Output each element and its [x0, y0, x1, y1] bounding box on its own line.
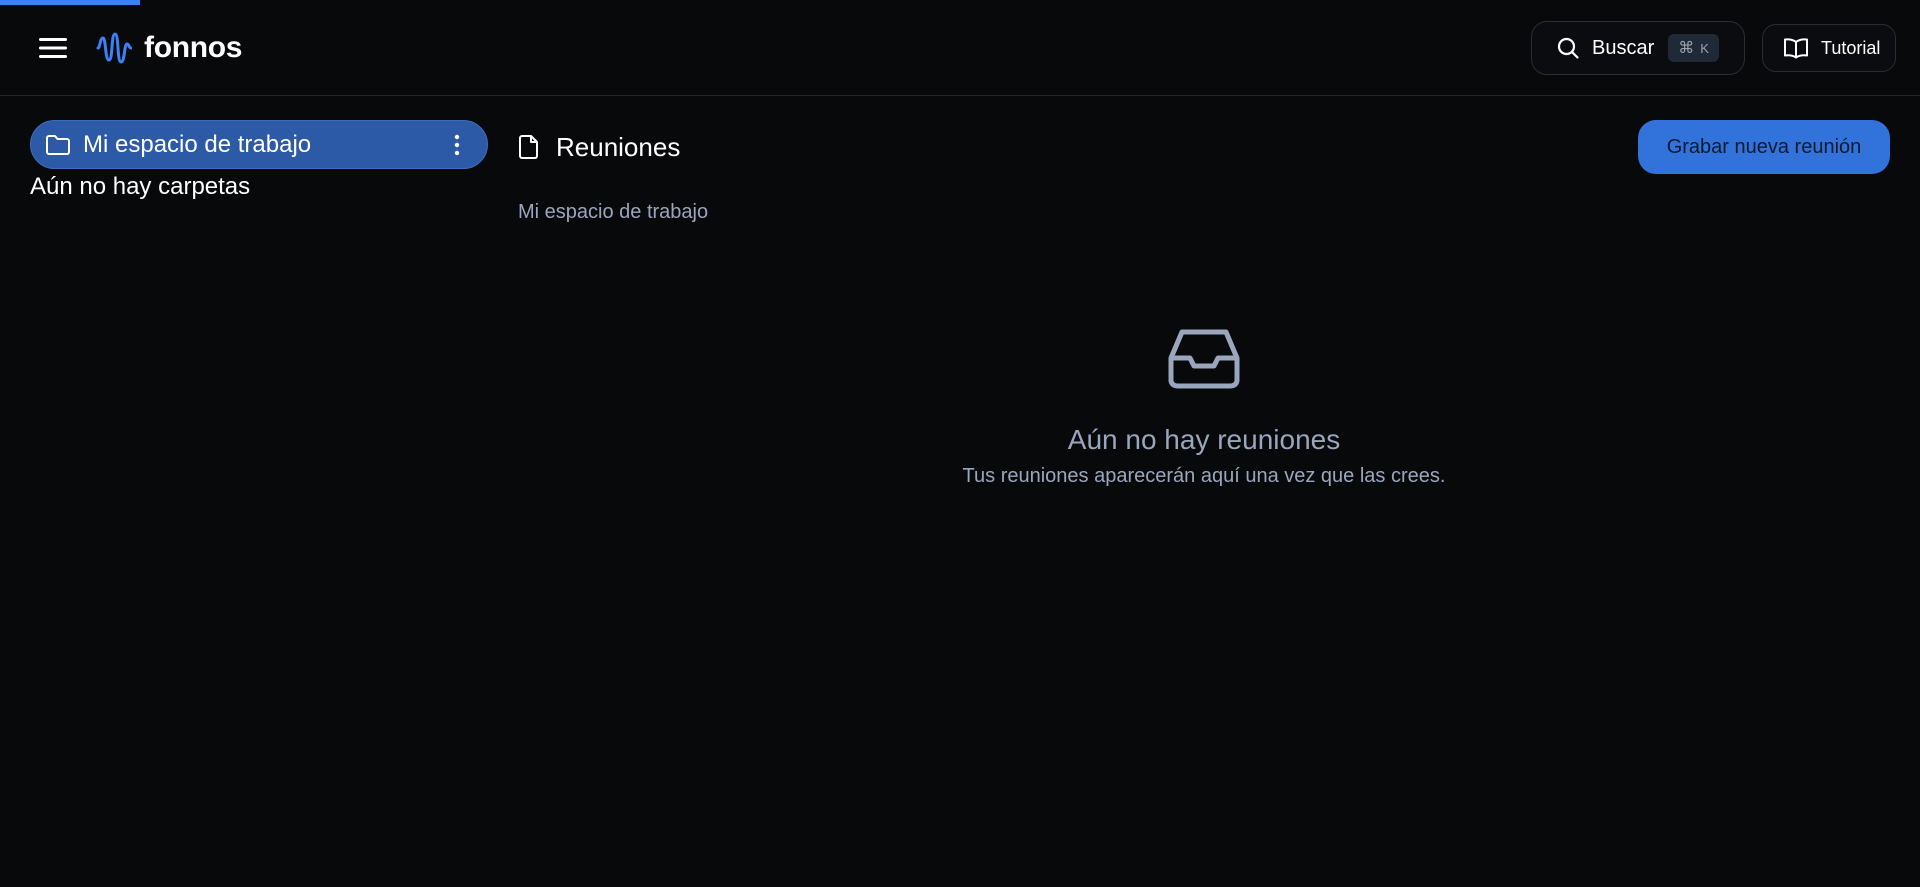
search-button[interactable]: Buscar ⌘ K [1531, 21, 1745, 75]
search-icon [1557, 37, 1579, 59]
document-icon [519, 135, 538, 159]
brand-name: fonnos [144, 31, 243, 64]
inbox-icon [1168, 329, 1240, 389]
empty-state-subtitle: Tus reuniones aparecerán aquí una vez qu… [962, 465, 1446, 487]
workspace-label: Mi espacio de trabajo [83, 130, 312, 158]
tutorial-label: Tutorial [1821, 37, 1881, 58]
folder-icon [46, 134, 70, 155]
command-key-symbol: ⌘ [1678, 40, 1695, 57]
shortcut-key: K [1700, 40, 1709, 56]
top-header: fonnos Buscar ⌘ K Tutorial [0, 0, 1920, 96]
page-title-label: Reuniones [556, 131, 681, 162]
record-new-meeting-button[interactable]: Grabar nueva reunión [1638, 120, 1890, 174]
more-vertical-icon [454, 134, 460, 156]
empty-state-title: Aún no hay reuniones [1067, 424, 1341, 455]
breadcrumb[interactable]: Mi espacio de trabajo [518, 201, 708, 224]
page-title: Reuniones [518, 130, 680, 164]
menu-icon [39, 38, 67, 58]
search-label: Buscar [1592, 36, 1655, 59]
empty-folders-text: Aún no hay carpetas [30, 173, 251, 200]
brand-logo[interactable]: fonnos [96, 28, 242, 68]
keyboard-shortcut-badge: ⌘ K [1668, 34, 1719, 62]
open-book-icon [1784, 38, 1808, 59]
workspace-options-button[interactable] [445, 133, 469, 157]
waveform-logo-icon [96, 32, 132, 64]
tutorial-button[interactable]: Tutorial [1762, 24, 1896, 72]
hamburger-menu-button[interactable] [36, 31, 70, 65]
sidebar-item-workspace[interactable]: Mi espacio de trabajo [30, 120, 488, 169]
